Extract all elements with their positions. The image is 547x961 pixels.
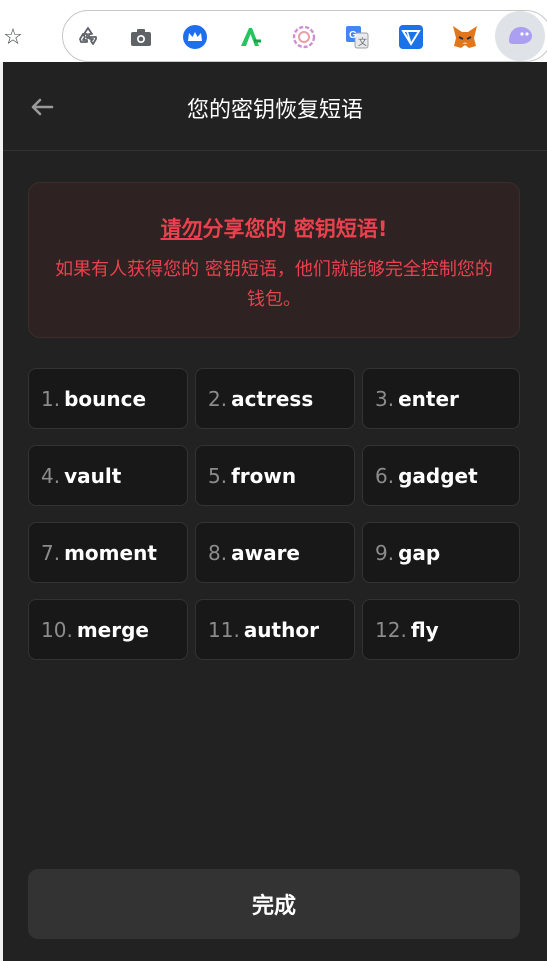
done-button[interactable]: 完成 [28, 869, 520, 939]
seed-word-2: 2. actress [195, 368, 355, 429]
popup-header: 您的密钥恢复短语 [3, 62, 547, 151]
seed-word-number: 8. [208, 540, 228, 565]
seed-word-number: 9. [375, 540, 395, 565]
seed-word-9: 9. gap [362, 522, 520, 583]
seed-word-3: 3. enter [362, 368, 520, 429]
seed-word-text: actress [231, 386, 314, 411]
seed-word-number: 2. [208, 386, 228, 411]
seed-word-text: moment [64, 540, 157, 565]
seed-word-text: fly [410, 617, 439, 642]
seed-word-text: enter [398, 386, 459, 411]
seed-word-text: author [243, 617, 319, 642]
seed-word-4: 4. vault [28, 445, 188, 506]
seed-word-number: 11. [208, 617, 240, 642]
bookmark-star-icon[interactable]: ☆ [0, 20, 26, 54]
warning-body: 如果有人获得您的 密钥短语，他们就能够完全控制您的钱包。 [55, 259, 493, 310]
send-extension-icon[interactable] [394, 20, 428, 54]
swirl-extension-icon[interactable] [287, 20, 321, 54]
page-title: 您的密钥恢复短语 [186, 98, 363, 123]
a-extension-icon[interactable] [233, 20, 267, 54]
recycle-extension-icon[interactable] [71, 20, 105, 54]
warning-title-emphasis: 请勿 [160, 217, 203, 241]
seed-word-8: 8. aware [195, 522, 355, 583]
seed-word-10: 10. merge [28, 599, 188, 660]
seed-word-11: 11. author [195, 599, 355, 660]
seed-word-number: 3. [375, 386, 395, 411]
warning-title-rest: 分享您的 密钥短语! [202, 217, 388, 241]
wallet-popup: 您的密钥恢复短语 请勿分享您的 密钥短语! 如果有人获得您的 密钥短语，他们就能… [3, 62, 547, 961]
crown-extension-icon[interactable] [178, 20, 212, 54]
seed-word-6: 6. gadget [362, 445, 520, 506]
seed-word-number: 4. [41, 463, 61, 488]
warning-title: 请勿分享您的 密钥短语! [29, 213, 519, 243]
seed-word-number: 5. [208, 463, 228, 488]
seed-phrase-grid: 1. bounce 2. actress 3. enter 4. vault 5. fro… [28, 368, 520, 660]
svg-text:G: G [349, 30, 357, 41]
svg-text:文: 文 [358, 36, 367, 47]
seed-word-12: 12. fly [362, 599, 520, 660]
seed-word-text: gadget [398, 463, 478, 488]
seed-word-7: 7. moment [28, 522, 188, 583]
warning-box: 请勿分享您的 密钥短语! 如果有人获得您的 密钥短语，他们就能够完全控制您的钱包… [28, 182, 520, 338]
seed-word-text: gap [398, 540, 441, 565]
seed-word-text: bounce [64, 386, 147, 411]
seed-word-number: 10. [41, 617, 73, 642]
ghost-extension-icon[interactable] [495, 11, 545, 61]
seed-word-5: 5. frown [195, 445, 355, 506]
seed-word-number: 1. [41, 386, 61, 411]
translate-extension-icon[interactable]: G文 [340, 20, 374, 54]
seed-word-text: merge [76, 617, 149, 642]
seed-word-number: 6. [375, 463, 395, 488]
seed-word-text: vault [64, 463, 122, 488]
camera-extension-icon[interactable] [124, 20, 158, 54]
seed-word-text: aware [231, 540, 300, 565]
seed-word-number: 7. [41, 540, 61, 565]
browser-toolbar: ☆ G文 [0, 0, 547, 62]
seed-word-number: 12. [375, 617, 407, 642]
fox-extension-icon[interactable] [448, 20, 482, 54]
seed-word-text: frown [231, 463, 297, 488]
seed-word-1: 1. bounce [28, 368, 188, 429]
